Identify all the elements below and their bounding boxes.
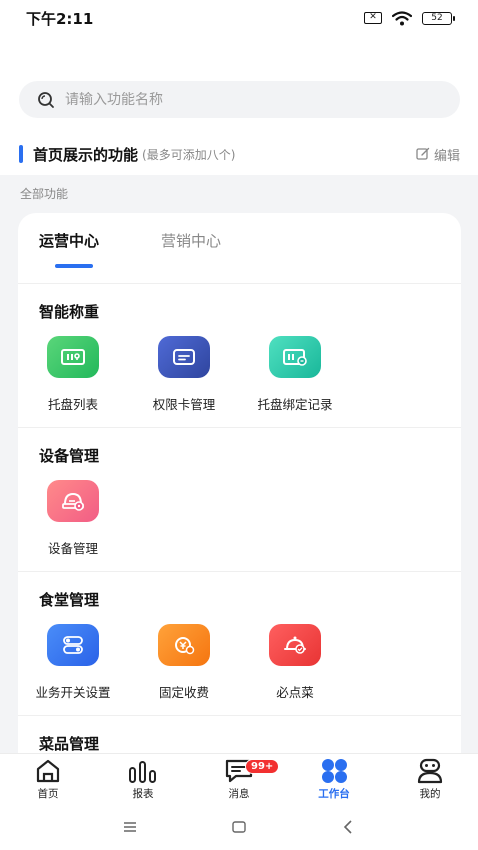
menu-icon	[124, 822, 136, 832]
device-settings-icon	[47, 480, 99, 522]
profile-icon	[417, 758, 443, 784]
bottom-tab-bar: 首页 报表 消息 99+ 工作台 我的	[0, 753, 478, 803]
fixed-fee-icon	[158, 624, 210, 666]
section-title: 菜品管理	[39, 735, 100, 753]
tab-label: 消息	[228, 788, 250, 800]
toggle-switch-icon	[47, 624, 99, 666]
featured-title: 首页展示的功能	[33, 145, 139, 164]
back-icon	[343, 820, 352, 834]
section-dish-management: 菜品管理	[18, 715, 461, 753]
function-label: 必点菜	[276, 685, 314, 700]
tab-report[interactable]: 报表	[113, 758, 173, 801]
function-fixed-fee[interactable]: 固定收费	[129, 624, 239, 701]
no-sim-icon: ✕	[364, 12, 382, 24]
function-must-order-dish[interactable]: 必点菜	[240, 624, 350, 701]
battery-icon: 52	[422, 11, 455, 25]
function-label: 托盘列表	[47, 397, 98, 412]
tray-binding-icon	[269, 336, 321, 378]
section-title: 智能称重	[39, 303, 100, 321]
status-bar: 下午2:11 ✕ 52	[0, 0, 478, 36]
section-smart-weighing: 智能称重 托盘列表 权限卡管理 托盘绑定记录	[18, 283, 461, 427]
tab-operations-center[interactable]: 运营中心	[39, 230, 99, 251]
function-tray-list[interactable]: 托盘列表	[18, 336, 128, 413]
square-home-icon	[232, 821, 246, 833]
section-device-management: 设备管理 设备管理	[18, 427, 461, 571]
tab-label: 首页	[37, 788, 59, 800]
back-nav-button[interactable]	[338, 817, 358, 837]
function-label: 业务开关设置	[35, 685, 111, 700]
section-canteen-management: 食堂管理 业务开关设置 固定收费 必点菜	[18, 571, 461, 715]
function-device-management[interactable]: 设备管理	[18, 480, 128, 557]
status-icons: ✕ 52	[364, 10, 455, 26]
home-nav-button[interactable]	[229, 817, 249, 837]
wifi-icon	[392, 10, 412, 25]
tab-workbench[interactable]: 工作台	[304, 758, 364, 801]
permission-card-icon	[158, 336, 210, 378]
tab-profile[interactable]: 我的	[400, 758, 460, 801]
search-input[interactable]	[65, 91, 425, 108]
function-business-switch-settings[interactable]: 业务开关设置	[18, 624, 128, 701]
section-title: 食堂管理	[39, 591, 100, 609]
report-icon	[129, 761, 156, 783]
function-label: 设备管理	[47, 541, 98, 556]
all-functions-label: 全部功能	[20, 187, 69, 201]
edit-icon	[416, 147, 430, 160]
category-tabs: 运营中心 营销中心	[18, 213, 461, 283]
tab-home[interactable]: 首页	[18, 758, 78, 801]
function-tray-binding-record[interactable]: 托盘绑定记录	[240, 336, 350, 413]
function-label: 权限卡管理	[152, 397, 216, 412]
system-navigation-bar	[0, 803, 478, 850]
function-permission-card[interactable]: 权限卡管理	[129, 336, 239, 413]
edit-button[interactable]: 编辑	[416, 145, 460, 164]
home-icon	[36, 759, 60, 783]
must-order-dish-icon	[269, 624, 321, 666]
search-bar[interactable]	[19, 81, 460, 118]
edit-label: 编辑	[433, 148, 460, 164]
tab-label: 我的	[419, 788, 441, 800]
tab-label: 报表	[132, 788, 154, 800]
menu-nav-button[interactable]	[120, 817, 140, 837]
function-label: 固定收费	[158, 685, 209, 700]
search-icon	[38, 91, 54, 108]
all-functions-area: 全部功能 运营中心 营销中心 智能称重 托盘列表 权限卡管理 托盘绑定记录 设备…	[0, 175, 478, 753]
active-tab-indicator	[55, 264, 93, 268]
function-label: 托盘绑定记录	[257, 397, 333, 412]
workbench-icon	[322, 759, 347, 783]
status-time: 下午2:11	[26, 9, 94, 28]
section-title: 设备管理	[39, 447, 100, 465]
functions-card: 运营中心 营销中心 智能称重 托盘列表 权限卡管理 托盘绑定记录 设备管理 设备…	[18, 213, 461, 753]
featured-subtitle: (最多可添加八个)	[142, 147, 236, 162]
tray-list-icon	[47, 336, 99, 378]
tab-label: 工作台	[318, 788, 350, 800]
message-badge: 99+	[245, 759, 280, 774]
featured-header: 首页展示的功能 (最多可添加八个) 编辑	[0, 140, 478, 168]
section-accent-bar	[19, 145, 23, 163]
tab-marketing-center[interactable]: 营销中心	[161, 230, 221, 251]
tab-message[interactable]: 消息 99+	[209, 758, 280, 801]
